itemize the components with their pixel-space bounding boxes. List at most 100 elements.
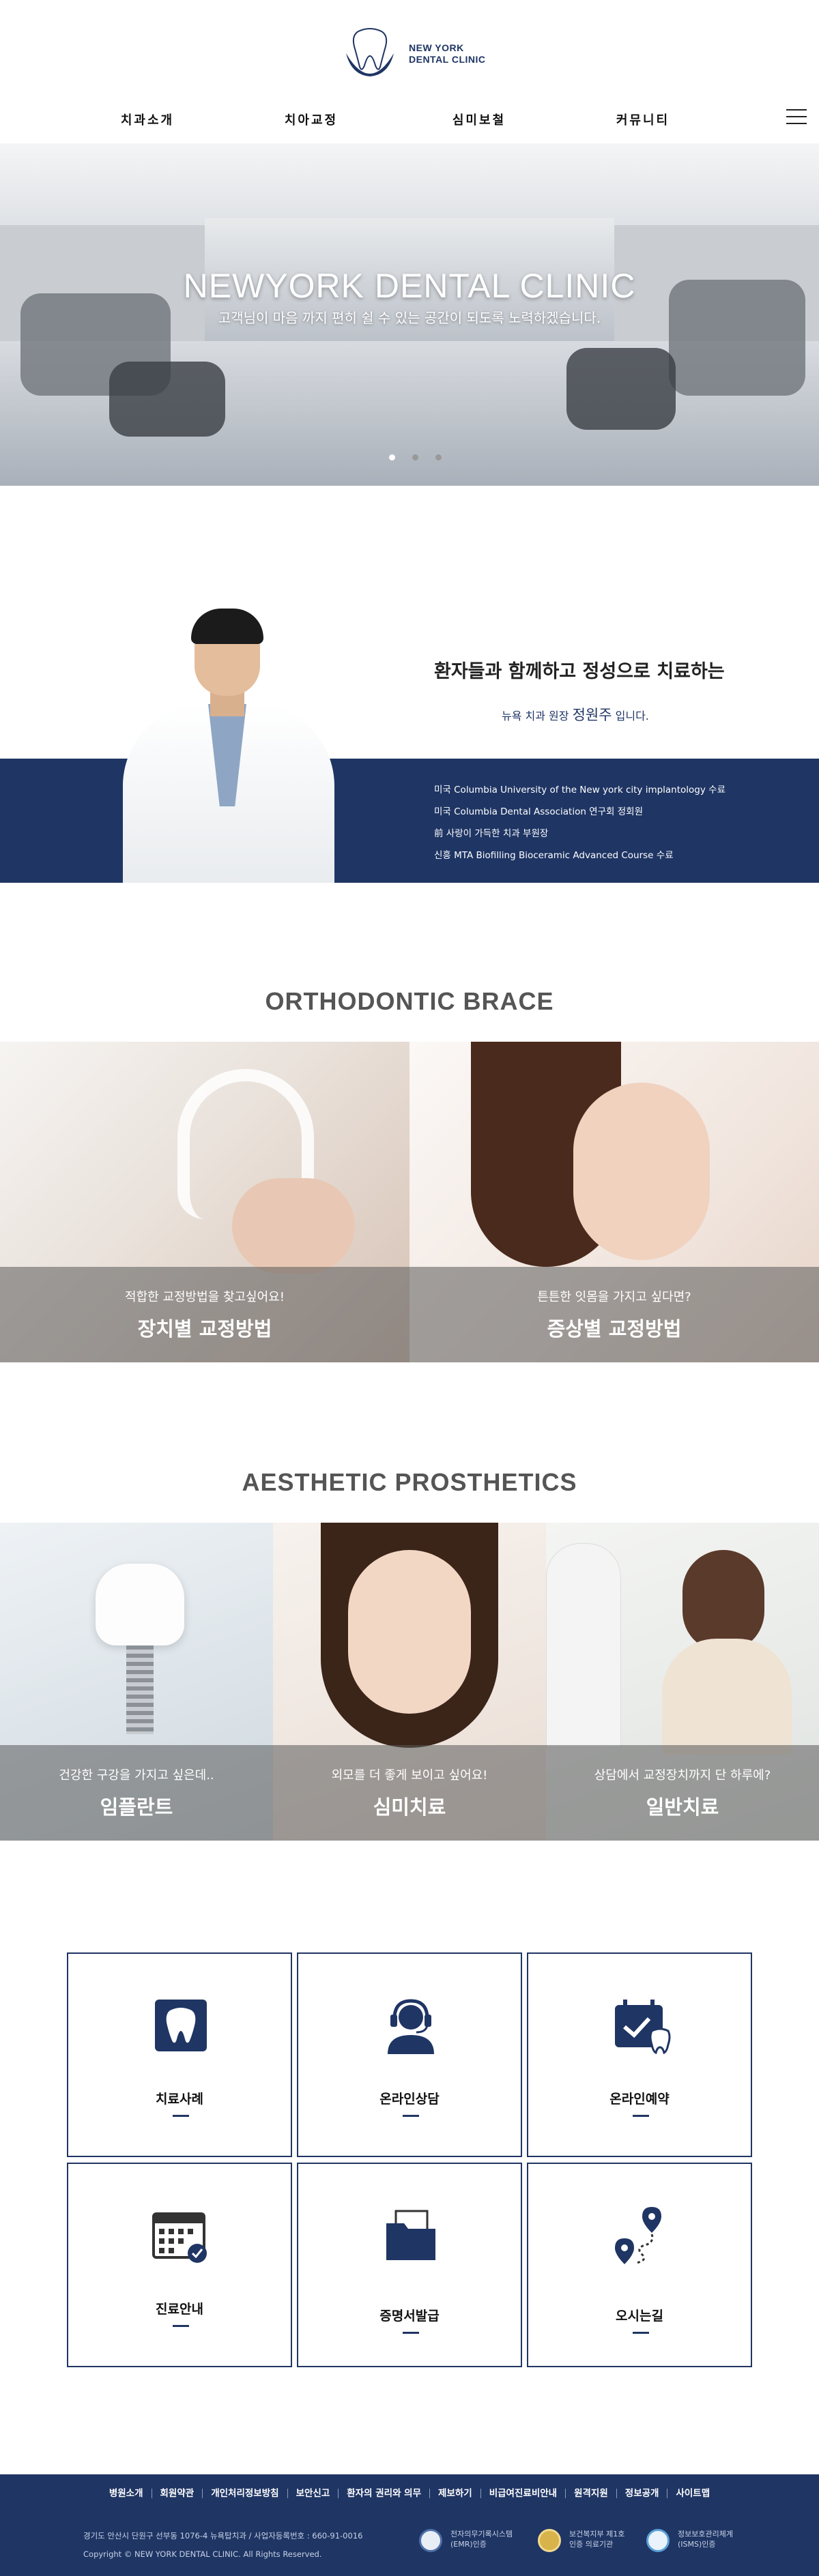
doctor-credentials: 미국 Columbia University of the New york c… xyxy=(434,779,803,866)
card-aesthetic-treatment[interactable]: 외모를 더 좋게 보이고 싶어요! 심미치료 xyxy=(273,1523,546,1841)
slider-dots xyxy=(389,454,444,463)
hand-image xyxy=(232,1178,355,1274)
card-orthodontic-symptom[interactable]: 튼튼한 잇몸을 가지고 싶다면? 증상별 교정방법 xyxy=(410,1042,819,1362)
quick-menu-label: 온라인상담 xyxy=(379,2092,440,2107)
patient-sweater-image xyxy=(662,1639,792,1755)
hero-title: NEWYORK DENTAL CLINIC xyxy=(183,267,636,305)
card-label: 임플란트 xyxy=(100,1796,173,1819)
doctor-intro-prefix: 뉴욕 치과 원장 xyxy=(502,709,573,722)
emr-seal-icon xyxy=(419,2529,442,2552)
card-question: 튼튼한 잇몸을 가지고 싶다면? xyxy=(537,1290,691,1304)
logo-line-1: NEW YORK xyxy=(409,42,464,53)
doctor-photo xyxy=(116,602,341,883)
orthodontic-section-title: ORTHODONTIC BRACE xyxy=(265,987,554,1015)
credential-item: 前 사랑이 가득한 치과 부원장 xyxy=(434,828,549,839)
footer-link-sitemap[interactable]: 사이트맵 xyxy=(667,2489,718,2498)
logo-line-2: DENTAL CLINIC xyxy=(409,54,486,65)
hero-banner: NEWYORK DENTAL CLINIC 고객님이 마음 까지 편히 쉴 수 … xyxy=(0,143,819,486)
footer-copyright: Copyright © NEW YORK DENTAL CLINIC. All … xyxy=(83,2549,322,2559)
card-general-treatment[interactable]: 상담에서 교정장치까지 단 하루에? 일반치료 xyxy=(546,1523,819,1841)
card-label: 증상별 교정방법 xyxy=(547,1317,682,1341)
hamburger-menu-icon[interactable] xyxy=(786,109,807,126)
nav-item-community[interactable]: 커뮤니티 xyxy=(568,111,718,128)
card-question: 건강한 구강을 가지고 싶은데.. xyxy=(59,1768,214,1783)
badge-line-1: 전자의무기록시스템 xyxy=(450,2530,513,2538)
footer-address: 경기도 안산시 단원구 선부동 1076-4 뉴욕탑치과 / 사업자등록번호 :… xyxy=(83,2531,363,2541)
implant-screw-image xyxy=(126,1645,154,1734)
card-question: 적합한 교정방법을 찾고싶어요! xyxy=(125,1290,285,1304)
folder-icon xyxy=(386,2210,435,2260)
hero-subtitle: 고객님이 마음 까지 편히 쉴 수 있는 공간이 되도록 노력하겠습니다. xyxy=(218,310,601,326)
map-pin-icon xyxy=(615,2207,661,2264)
quick-menu-label: 온라인예약 xyxy=(609,2092,670,2107)
card-caption: 튼튼한 잇몸을 가지고 싶다면? 증상별 교정방법 xyxy=(410,1267,819,1362)
tooth-icon xyxy=(155,2000,207,2051)
quick-menu-grid: 치료사례 온라인상담 온라인예약 진료안내 증명서발급 오시는길 xyxy=(67,1952,752,2369)
hero-ceiling xyxy=(0,143,819,225)
card-orthodontic-device[interactable]: 적합한 교정방법을 찾고싶어요! 장치별 교정방법 xyxy=(0,1042,410,1362)
doctor-coat-image xyxy=(546,1543,621,1748)
quick-menu-online-booking[interactable]: 온라인예약 xyxy=(527,1952,752,2157)
card-label: 장치별 교정방법 xyxy=(137,1317,272,1341)
footer-link-security-report[interactable]: 보안신고 xyxy=(288,2489,339,2498)
nav-item-orthodontics[interactable]: 치아교정 xyxy=(236,111,386,128)
headset-icon xyxy=(388,1999,434,2054)
card-caption: 상담에서 교정장치까지 단 하루에? 일반치료 xyxy=(546,1745,819,1841)
card-question: 상담에서 교정장치까지 단 하루에? xyxy=(594,1768,771,1783)
badge-text: 보건복지부 제1호인증 의료기관 xyxy=(569,2529,624,2549)
woman-face-image xyxy=(573,1083,710,1260)
quick-menu-online-consult[interactable]: 온라인상담 xyxy=(297,1952,522,2157)
card-label: 일반치료 xyxy=(646,1796,719,1819)
badge-line-1: 정보보호관리체계 xyxy=(678,2530,733,2538)
footer-link-terms[interactable]: 회원약관 xyxy=(152,2489,203,2498)
credential-item: 미국 Columbia University of the New york c… xyxy=(434,785,725,795)
footer-link-hospital-intro[interactable]: 병원소개 xyxy=(101,2489,152,2498)
card-caption: 외모를 더 좋게 보이고 싶어요! 심미치료 xyxy=(273,1745,546,1841)
badge-line-1: 보건복지부 제1호 xyxy=(569,2530,625,2538)
dental-chair-image xyxy=(566,348,676,430)
quick-menu-directions[interactable]: 오시는길 xyxy=(527,2163,752,2367)
credential-item: 신흥 MTA Biofilling Bioceramic Advanced Co… xyxy=(434,850,674,861)
site-footer: 병원소개 회원약관 개인처리정보방침 보안신고 환자의 권리와 의무 제보하기 비급여진료비… xyxy=(0,2474,819,2576)
doctor-headline: 환자들과 함께하고 정성으로 치료하는 xyxy=(434,661,725,682)
woman-face-image xyxy=(348,1550,471,1714)
footer-link-patient-rights[interactable]: 환자의 권리와 의무 xyxy=(339,2489,431,2498)
site-header: NEW YORK DENTAL CLINIC 치과소개 치아교정 심미보철 커뮤… xyxy=(0,0,819,143)
quick-menu-underline xyxy=(633,2332,649,2334)
doctor-intro-suffix: 입니다. xyxy=(612,709,649,722)
calendar-check-icon xyxy=(152,2212,207,2263)
nav-item-clinic-intro[interactable]: 치과소개 xyxy=(72,111,222,128)
card-label: 심미치료 xyxy=(373,1796,446,1819)
footer-link-privacy[interactable]: 개인처리정보방침 xyxy=(203,2489,288,2498)
footer-links: 병원소개 회원약관 개인처리정보방침 보안신고 환자의 권리와 의무 제보하기 비급여진료비… xyxy=(0,2488,819,2499)
patient-hair-image xyxy=(682,1550,764,1652)
quick-menu-treatment-cases[interactable]: 치료사례 xyxy=(67,1952,292,2157)
aesthetic-section-title: AESTHETIC PROSTHETICS xyxy=(242,1468,577,1496)
badge-text: 정보보호관리체계 (ISMS)인증 xyxy=(678,2529,733,2549)
quick-menu-label: 증명서발급 xyxy=(379,2309,440,2324)
slider-dot-3[interactable] xyxy=(435,454,442,460)
quick-menu-certificates[interactable]: 증명서발급 xyxy=(297,2163,522,2367)
quick-menu-label: 치료사례 xyxy=(156,2092,203,2107)
footer-link-non-covered-fees[interactable]: 비급여진료비안내 xyxy=(481,2489,566,2498)
quick-menu-underline xyxy=(173,2115,189,2117)
logo-text: NEW YORK DENTAL CLINIC xyxy=(409,42,486,65)
credential-item: 미국 Columbia Dental Association 연구회 정회원 xyxy=(434,806,643,817)
footer-link-disclosure[interactable]: 정보공개 xyxy=(617,2489,668,2498)
quick-menu-label: 오시는길 xyxy=(616,2309,663,2324)
isms-seal-icon xyxy=(646,2529,670,2552)
footer-link-report[interactable]: 제보하기 xyxy=(430,2489,481,2498)
footer-link-remote-support[interactable]: 원격지원 xyxy=(566,2489,617,2498)
slider-dot-2[interactable] xyxy=(412,454,418,460)
quick-menu-clinic-hours[interactable]: 진료안내 xyxy=(67,2163,292,2367)
doctor-intro: 뉴욕 치과 원장 정원주 입니다. xyxy=(502,704,649,724)
badge-line-2: 인증 의료기관 xyxy=(569,2540,614,2549)
slider-dot-1[interactable] xyxy=(389,454,395,460)
clinic-logo[interactable]: NEW YORK DENTAL CLINIC xyxy=(339,26,489,85)
card-question: 외모를 더 좋게 보이고 싶어요! xyxy=(331,1768,488,1783)
implant-tooth-image xyxy=(96,1564,184,1645)
card-implant[interactable]: 건강한 구강을 가지고 싶은데.. 임플란트 xyxy=(0,1523,273,1841)
doctor-intro-section: 환자들과 함께하고 정성으로 치료하는 뉴욕 치과 원장 정원주 입니다. 미국… xyxy=(0,486,819,884)
quick-menu-label: 진료안내 xyxy=(156,2302,203,2317)
nav-item-aesthetic[interactable]: 심미보철 xyxy=(404,111,554,128)
